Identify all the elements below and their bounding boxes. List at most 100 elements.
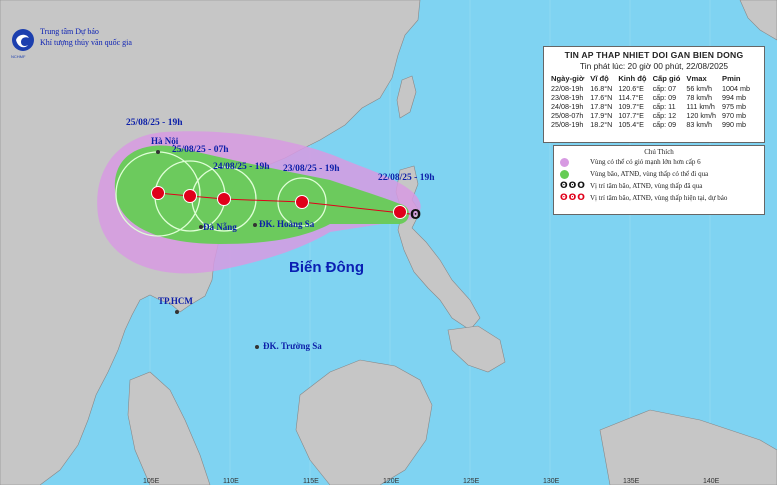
legend-label: Vị trí tâm bão, ATNĐ, vùng thấp hiện tại… bbox=[590, 194, 728, 202]
storm-symbol-current bbox=[393, 205, 407, 219]
legend-box: Chú Thích Vùng có thể có gió mạnh lớn hơ… bbox=[553, 145, 765, 215]
agency-line1: Trung tâm Dự báo bbox=[40, 27, 99, 36]
new-guinea bbox=[599, 409, 777, 485]
cell-lat: 17.8°N bbox=[590, 102, 613, 111]
cell-time: 25/08-07h bbox=[551, 111, 584, 120]
cell-time: 22/08-19h bbox=[551, 84, 584, 93]
cell-pmin: 990 mb bbox=[722, 120, 746, 129]
tphcm-marker bbox=[175, 310, 179, 314]
red-storm-symbols-icon: ʘʘO bbox=[560, 193, 586, 203]
cell-level: cấp: 09 bbox=[652, 120, 677, 129]
track-label-23-19h: 23/08/25 - 19h bbox=[283, 164, 340, 174]
legend-item-past-position: ʘʘO Vị trí tâm bão, ATNĐ, vùng thấp đã q… bbox=[554, 180, 764, 192]
storm-symbol-past: ʘ bbox=[410, 208, 422, 223]
lon-tick-130: 130E bbox=[543, 478, 560, 485]
place-hoangsa: ĐK. Hoàng Sa bbox=[259, 219, 315, 229]
borneo bbox=[295, 359, 433, 485]
lon-tick-105: 105E bbox=[143, 478, 160, 485]
cell-pmin: 970 mb bbox=[722, 111, 746, 120]
agency-name: Trung tâm Dự báo Khí tượng thủy văn quốc… bbox=[40, 26, 132, 48]
cell-lon: 107.7°E bbox=[618, 111, 644, 120]
cell-vmax: 120 km/h bbox=[686, 111, 716, 120]
place-danang: Đà Nẵng bbox=[203, 222, 237, 232]
storm-symbol-forecast-4 bbox=[151, 186, 165, 200]
bulletin-issued: Tin phát lúc: 20 giờ 00 phút, 22/08/2025 bbox=[579, 61, 729, 71]
place-truongsa: ĐK. Trường Sa bbox=[263, 341, 322, 351]
track-label-25-07h: 25/08/25 - 07h bbox=[172, 145, 229, 155]
track-label-22-19h: 22/08/25 - 19h bbox=[378, 173, 435, 183]
black-storm-symbols-icon: ʘʘO bbox=[560, 181, 586, 191]
table-row: 23/08-19h 17.6°N 114.7°E cấp: 09 78 km/h 994 … bbox=[548, 93, 753, 102]
col-time: Ngày-giờ bbox=[551, 74, 585, 83]
mindanao bbox=[447, 325, 506, 373]
track-label-25-19h: 25/08/25 - 19h bbox=[126, 118, 183, 128]
legend-item-wind-zone: Vùng có thể có gió mạnh lớn hơn cấp 6 bbox=[554, 156, 764, 168]
col-lat: Vĩ độ bbox=[590, 74, 609, 83]
table-row: 22/08-19h 16.8°N 120.6°E cấp: 07 56 km/h 1004… bbox=[548, 84, 753, 93]
lon-tick-115: 115E bbox=[303, 478, 319, 485]
cell-level: cấp: 12 bbox=[652, 111, 677, 120]
lon-tick-120: 120E bbox=[383, 478, 400, 485]
hanoi-marker bbox=[156, 150, 160, 154]
table-row: 25/08-07h 17.9°N 107.7°E cấp: 12 120 km/h 970… bbox=[548, 111, 753, 120]
cell-vmax: 78 km/h bbox=[686, 93, 712, 102]
cell-lat: 17.9°N bbox=[590, 111, 613, 120]
cell-lat: 18.2°N bbox=[590, 120, 613, 129]
cell-lon: 109.7°E bbox=[618, 102, 644, 111]
cell-time: 25/08-19h bbox=[551, 120, 584, 129]
nchmf-logo-icon bbox=[12, 29, 34, 51]
hoangsa-marker bbox=[253, 223, 257, 227]
cell-lon: 120.6°E bbox=[618, 84, 644, 93]
track-label-24-19h: 24/08/25 - 19h bbox=[213, 162, 270, 172]
bulletin-box: TIN AP THAP NHIET DOI GAN BIEN DONG Tin … bbox=[543, 46, 765, 143]
malay-sumatra bbox=[127, 371, 211, 485]
cell-pmin: 994 mb bbox=[722, 93, 746, 102]
storm-forecast-map: ʘ 22/08/25 - 19h 23/08/25 - 19h 24/08/25… bbox=[0, 0, 777, 485]
cell-vmax: 56 km/h bbox=[686, 84, 712, 93]
cell-level: cấp: 09 bbox=[652, 93, 677, 102]
legend-title: Chú Thích bbox=[644, 148, 674, 156]
agency-line2: Khí tượng thủy văn quốc gia bbox=[40, 38, 132, 47]
storm-symbol-forecast-2 bbox=[217, 192, 231, 206]
bulletin-title: TIN AP THAP NHIET DOI GAN BIEN DONG bbox=[564, 50, 744, 60]
col-pmin: Pmin bbox=[722, 74, 741, 83]
legend-label: Vùng có thể có gió mạnh lớn hơn cấp 6 bbox=[590, 158, 701, 166]
lon-tick-110: 110E bbox=[223, 478, 239, 485]
ryukyu-japan bbox=[739, 0, 777, 41]
cell-lon: 114.7°E bbox=[618, 93, 644, 102]
storm-symbol-forecast-1 bbox=[295, 195, 309, 209]
cell-time: 24/08-19h bbox=[551, 102, 584, 111]
cell-vmax: 83 km/h bbox=[686, 120, 712, 129]
storm-symbol-forecast-3 bbox=[183, 189, 197, 203]
cell-vmax: 111 km/h bbox=[686, 102, 715, 111]
bulletin-table: Ngày-giờ Vĩ độ Kinh độ Cấp gió Vmax Pmin… bbox=[548, 74, 753, 129]
table-row: 24/08-19h 17.8°N 109.7°E cấp: 11 111 km/h 975… bbox=[548, 102, 753, 111]
cell-pmin: 975 mb bbox=[722, 102, 746, 111]
col-lon: Kinh độ bbox=[618, 74, 647, 83]
logo-caption: NCHMF bbox=[11, 54, 26, 59]
legend-item-cone: Vùng bão, ATNĐ, vùng thấp có thể đi qua bbox=[554, 168, 764, 180]
cell-level: cấp: 07 bbox=[652, 84, 677, 93]
col-level: Cấp gió bbox=[652, 74, 681, 83]
truongsa-marker bbox=[255, 345, 259, 349]
sea-label-biendong: Biển Đông bbox=[289, 259, 364, 276]
cell-level: cấp: 11 bbox=[652, 102, 676, 111]
lon-tick-125: 125E bbox=[463, 478, 480, 485]
legend-label: Vị trí tâm bão, ATNĐ, vùng thấp đã qua bbox=[590, 182, 703, 190]
col-vmax: Vmax bbox=[686, 74, 707, 83]
cell-lat: 16.8°N bbox=[590, 84, 613, 93]
lon-tick-135: 135E bbox=[623, 478, 640, 485]
taiwan-island bbox=[396, 75, 417, 119]
cell-lat: 17.6°N bbox=[590, 93, 613, 102]
cell-lon: 105.4°E bbox=[618, 120, 644, 129]
purple-dot-icon bbox=[560, 157, 569, 167]
cell-pmin: 1004 mb bbox=[722, 84, 750, 93]
place-hanoi: Hà Nội bbox=[151, 136, 179, 146]
legend-item-current-forecast: ʘʘO Vị trí tâm bão, ATNĐ, vùng thấp hiện… bbox=[554, 192, 764, 204]
legend-label: Vùng bão, ATNĐ, vùng thấp có thể đi qua bbox=[590, 170, 709, 178]
cell-time: 23/08-19h bbox=[551, 93, 584, 102]
place-tphcm: TP.HCM bbox=[158, 296, 193, 306]
green-dot-icon bbox=[560, 169, 569, 179]
table-row: 25/08-19h 18.2°N 105.4°E cấp: 09 83 km/h 990 … bbox=[548, 120, 753, 129]
bulletin-header-row: Ngày-giờ Vĩ độ Kinh độ Cấp gió Vmax Pmin bbox=[548, 74, 753, 84]
